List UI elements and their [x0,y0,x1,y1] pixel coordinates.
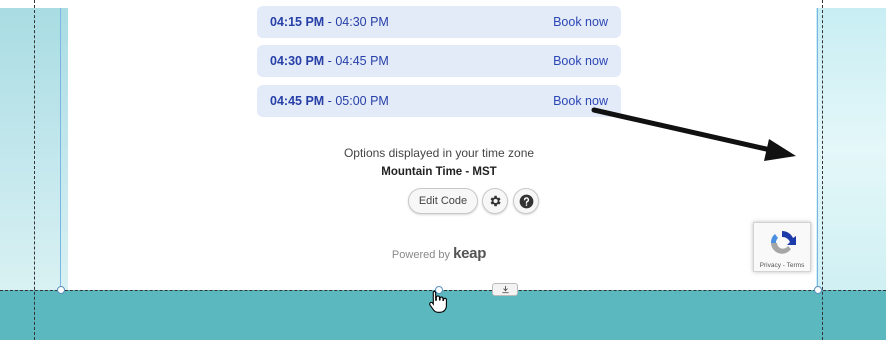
hand-cursor-icon [429,290,447,313]
